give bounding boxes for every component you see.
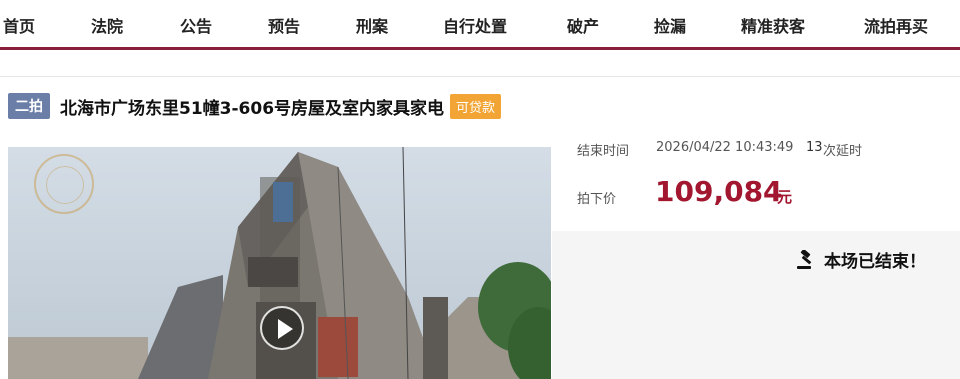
final-price: 109,084: [655, 175, 783, 208]
nav-item-rebuy[interactable]: 流拍再买: [864, 13, 928, 37]
watermark-seal: [34, 154, 94, 214]
property-photo[interactable]: [8, 147, 551, 379]
auction-status-panel: 本场已结束！: [552, 231, 960, 379]
nav-item-self-disposal[interactable]: 自行处置: [443, 13, 507, 37]
price-label: 拍下价: [577, 192, 617, 207]
nav-item-preview[interactable]: 预告: [268, 13, 300, 37]
play-icon[interactable]: [260, 306, 304, 350]
lot-title-row: 二拍 北海市广场东里51幢3-606号房屋及室内家具家电 可贷款: [8, 93, 502, 119]
end-time-label: 结束时间: [577, 144, 630, 159]
nav-item-precise-leads[interactable]: 精准获客: [741, 13, 805, 37]
price-unit: 元: [777, 188, 793, 206]
gavel-icon: [797, 249, 812, 269]
top-nav: 首页 法院 公告 预告 刑案 自行处置 破产 捡漏 精准获客 流拍再买: [0, 0, 960, 50]
loan-tag: 可贷款: [450, 93, 502, 119]
nav-item-court[interactable]: 法院: [91, 13, 123, 37]
nav-item-bankruptcy[interactable]: 破产: [567, 13, 599, 37]
auction-ended-text: 本场已结束！: [824, 252, 926, 272]
nav-item-home[interactable]: 首页: [3, 13, 35, 37]
lot-title: 北海市广场东里51幢3-606号房屋及室内家具家电: [60, 98, 445, 119]
delay-suffix: 次延时: [823, 144, 863, 159]
nav-item-bargain[interactable]: 捡漏: [654, 13, 686, 37]
section-divider: [0, 76, 960, 77]
round-badge: 二拍: [8, 93, 50, 119]
end-time-value: 2026/04/22 10:43:49: [656, 140, 794, 155]
ended-row: 本场已结束！: [796, 247, 926, 272]
nav-item-criminal[interactable]: 刑案: [356, 13, 388, 37]
nav-item-notice[interactable]: 公告: [180, 13, 212, 37]
delay-count: 13: [806, 140, 823, 155]
